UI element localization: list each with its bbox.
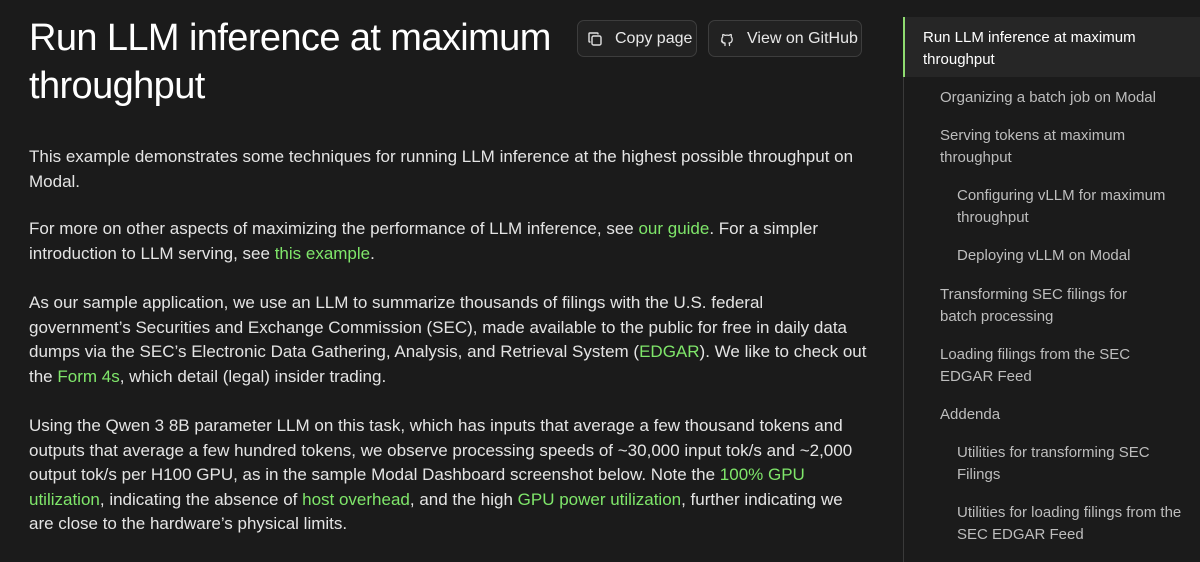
table-of-contents: Run LLM inference at maximum throughput … <box>903 0 1200 562</box>
toc-item-deploying-vllm[interactable]: Deploying vLLM on Modal <box>957 245 1187 267</box>
view-on-github-label: View on GitHub <box>747 29 858 47</box>
host-overhead-link[interactable]: host overhead <box>302 490 410 509</box>
toc-item-addenda[interactable]: Addenda <box>940 404 1160 426</box>
form-4s-link[interactable]: Form 4s <box>57 367 119 386</box>
toc-item-loading-filings[interactable]: Loading filings from the SEC EDGAR Feed <box>940 344 1160 387</box>
guide-paragraph: For more on other aspects of maximizing … <box>29 217 869 266</box>
toc-item-organizing-batch-job[interactable]: Organizing a batch job on Modal <box>940 87 1180 109</box>
toc-active-indicator <box>903 17 905 77</box>
copy-page-button[interactable]: Copy page <box>577 20 697 57</box>
edgar-link[interactable]: EDGAR <box>639 342 699 361</box>
toc-item-serving-tokens[interactable]: Serving tokens at maximum throughput <box>940 125 1150 168</box>
paragraph-text: . <box>370 243 375 263</box>
intro-paragraph: This example demonstrates some technique… <box>29 145 869 194</box>
toc-item-configuring-vllm[interactable]: Configuring vLLM for maximum throughput <box>957 185 1187 228</box>
toc-item-utilities-loading[interactable]: Utilities for loading filings from the S… <box>957 502 1182 545</box>
toc-item-utilities-transforming[interactable]: Utilities for transforming SEC Filings <box>957 442 1182 485</box>
paragraph-text: This example demonstrates some technique… <box>29 147 854 191</box>
copy-page-label: Copy page <box>615 29 693 47</box>
github-icon <box>720 33 733 46</box>
paragraph-text: , indicating the absence of <box>99 489 303 509</box>
copy-icon <box>588 31 602 46</box>
paragraph-text: For more on other aspects of maximizing … <box>29 219 639 238</box>
paragraph-text: , which detail (legal) insider trading. <box>119 366 387 386</box>
this-example-link[interactable]: this example <box>275 244 370 263</box>
toc-item-transforming-sec-filings[interactable]: Transforming SEC filings for batch proce… <box>940 284 1160 327</box>
paragraph-text: , and the high <box>409 489 518 509</box>
gpu-power-utilization-link[interactable]: GPU power utilization <box>518 490 681 509</box>
sample-application-paragraph: As our sample application, we use an LLM… <box>29 291 869 389</box>
view-on-github-button[interactable]: View on GitHub <box>708 20 862 57</box>
toc-item-run-llm-inference[interactable]: Run LLM inference at maximum throughput <box>923 27 1178 70</box>
throughput-paragraph: Using the Qwen 3 8B parameter LLM on thi… <box>29 414 869 537</box>
page-title: Run LLM inference at maximum throughput <box>29 17 551 107</box>
main-content: Run LLM inference at maximum throughput … <box>0 0 890 558</box>
our-guide-link[interactable]: our guide <box>638 219 709 238</box>
toc-rail <box>903 17 904 562</box>
